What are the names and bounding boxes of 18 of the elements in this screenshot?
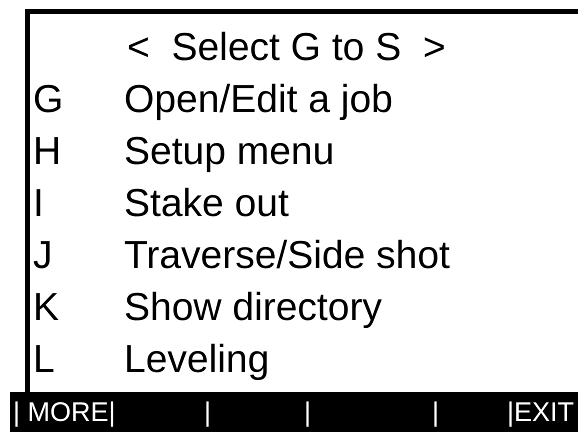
menu-item[interactable]: Open/Edit a job: [124, 78, 393, 122]
menu-key: G: [30, 78, 124, 122]
menu-key: J: [30, 234, 124, 278]
menu-key: I: [30, 182, 124, 226]
screen-title: < Select G to S >: [127, 26, 446, 70]
menu-key: K: [30, 286, 124, 330]
softkey[interactable]: |EXIT: [507, 396, 574, 426]
menu-key: H: [30, 130, 124, 174]
menu-item[interactable]: Traverse/Side shot: [124, 234, 450, 278]
softkey[interactable]: | MORE|: [13, 396, 116, 426]
menu-item[interactable]: Leveling: [124, 338, 270, 382]
menu-item[interactable]: Show directory: [124, 286, 382, 330]
menu-item[interactable]: Stake out: [124, 182, 289, 226]
softkey[interactable]: |: [304, 396, 312, 426]
softkey[interactable]: |: [204, 396, 212, 426]
softkey[interactable]: |: [432, 396, 440, 426]
menu-item[interactable]: Setup menu: [124, 130, 334, 174]
menu-key: L: [30, 338, 124, 382]
